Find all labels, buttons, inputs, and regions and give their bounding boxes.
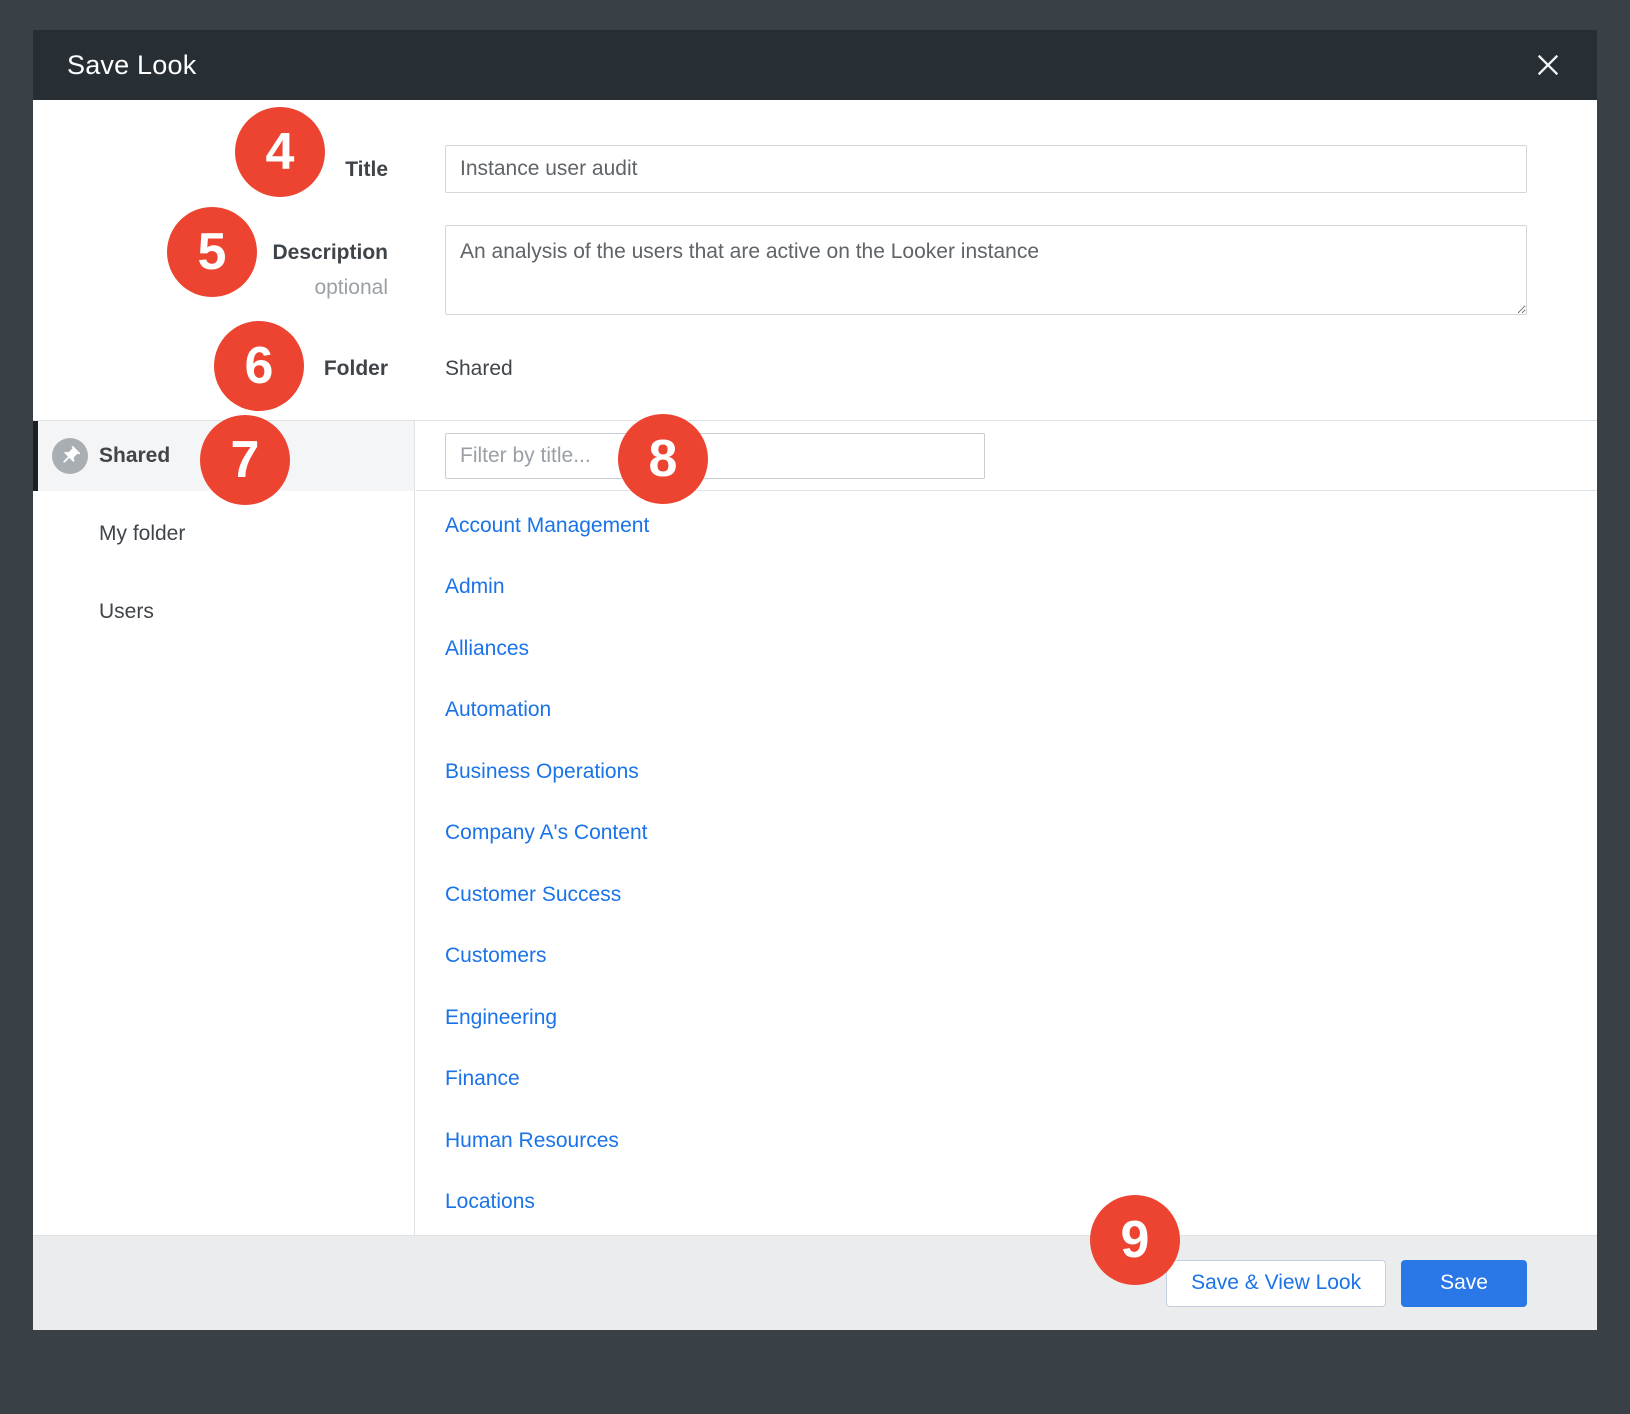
save-look-dialog: Save Look Title Description optional An …	[33, 30, 1597, 1330]
title-label: Title	[33, 158, 388, 182]
sidebar-item-my-folder[interactable]: My folder	[33, 499, 414, 569]
folder-link-human-resources[interactable]: Human Resources	[445, 1110, 1597, 1172]
annotation-badge-4: 4	[235, 107, 325, 197]
close-icon[interactable]	[1533, 50, 1563, 80]
sidebar-item-label: Shared	[99, 444, 170, 468]
folder-link-customers[interactable]: Customers	[445, 926, 1597, 988]
title-input[interactable]	[445, 145, 1527, 193]
folder-link-company-a-s-content[interactable]: Company A's Content	[445, 803, 1597, 865]
folder-browser-main: Account ManagementAdminAlliancesAutomati…	[416, 421, 1597, 1235]
folder-link-finance[interactable]: Finance	[445, 1049, 1597, 1111]
annotation-badge-6: 6	[214, 321, 304, 411]
folder-list: Account ManagementAdminAlliancesAutomati…	[416, 491, 1597, 1233]
folder-link-customer-success[interactable]: Customer Success	[445, 864, 1597, 926]
sidebar-item-label: Users	[99, 600, 154, 624]
folder-link-engineering[interactable]: Engineering	[445, 987, 1597, 1049]
folder-link-automation[interactable]: Automation	[445, 680, 1597, 742]
folder-label: Folder	[33, 357, 388, 381]
sidebar-item-label: My folder	[99, 522, 185, 546]
pin-icon	[52, 438, 88, 474]
dialog-header: Save Look	[33, 30, 1597, 100]
description-input[interactable]: An analysis of the users that are active…	[445, 225, 1527, 315]
annotation-badge-5: 5	[167, 207, 257, 297]
annotation-badge-8: 8	[618, 414, 708, 504]
annotation-badge-9: 9	[1090, 1195, 1180, 1285]
folder-link-account-management[interactable]: Account Management	[445, 495, 1597, 557]
folder-sidebar: Shared My folder Users	[33, 421, 415, 1235]
folder-link-alliances[interactable]: Alliances	[445, 618, 1597, 680]
sidebar-item-users[interactable]: Users	[33, 577, 414, 647]
annotation-badge-7: 7	[200, 415, 290, 505]
dialog-title: Save Look	[67, 50, 196, 81]
filter-input[interactable]	[445, 433, 985, 479]
save-button[interactable]: Save	[1401, 1260, 1527, 1307]
folder-browser: SharedMy folderUsers Account ManagementA…	[33, 420, 1597, 1235]
save-and-view-look-button[interactable]: Save & View Look	[1166, 1260, 1386, 1307]
overlay-background: Save Look Title Description optional An …	[0, 0, 1630, 1414]
filter-strip	[416, 421, 1597, 491]
folder-value: Shared	[445, 357, 513, 381]
folder-link-admin[interactable]: Admin	[445, 557, 1597, 619]
folder-link-business-operations[interactable]: Business Operations	[445, 741, 1597, 803]
folder-link-locations[interactable]: Locations	[445, 1172, 1597, 1234]
dialog-footer: Save & View Look Save	[33, 1235, 1597, 1330]
